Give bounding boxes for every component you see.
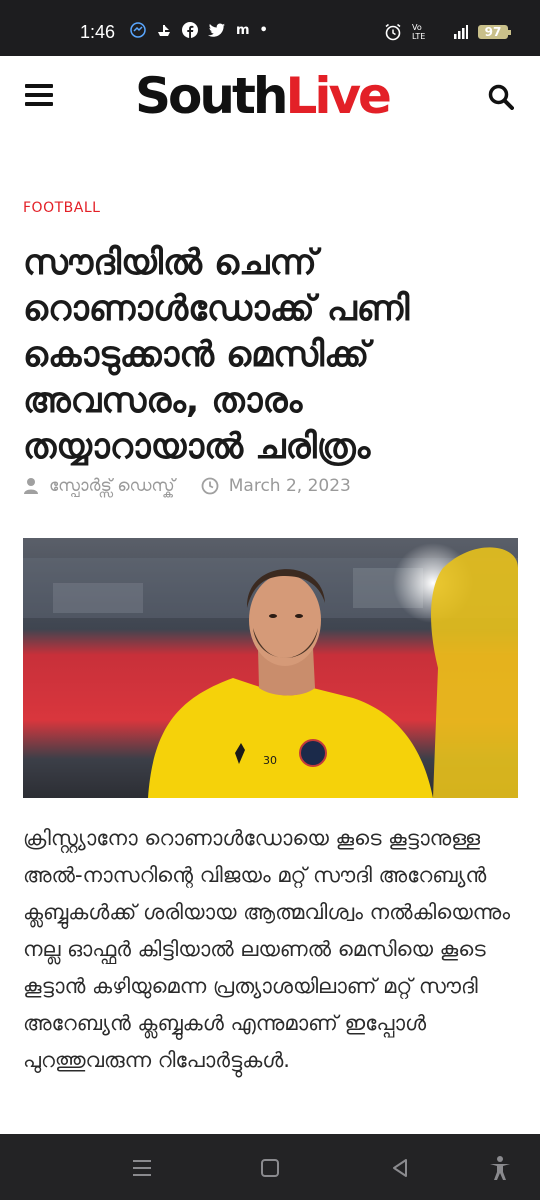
boat-icon [158,25,170,36]
status-time: 1:46 [80,22,116,42]
site-header: SouthLive [0,56,540,136]
facebook-icon [182,22,198,38]
battery-icon: 97 [478,25,511,39]
jersey-number: 30 [263,754,277,767]
category-link[interactable]: FOOTBALL [23,200,100,216]
site-logo[interactable]: SouthLive [135,67,392,125]
notification-icons: m • [130,22,268,38]
recent-apps-icon[interactable] [128,1154,156,1182]
back-icon[interactable] [386,1154,414,1182]
logo-live: Live [285,67,392,125]
signal-icon [454,25,468,39]
dot-icon: • [259,22,268,38]
menu-icon[interactable] [25,84,53,108]
status-right: Vo LTE 97 [384,23,511,41]
article-meta: സ്പോർട്സ് ഡെസ്ക് March 2, 2023 [23,476,351,496]
twitter-icon [208,23,225,37]
clock-icon [201,477,219,495]
android-navigation-bar [0,1134,540,1200]
article-headline: സൗദിയിൽ ചെന്ന് റൊണാൾഡോക്ക് പണി കൊടുക്കാൻ… [23,243,410,467]
home-icon[interactable] [256,1154,284,1182]
alarm-icon [385,23,401,41]
accessibility-icon[interactable] [486,1154,514,1182]
status-bar: 1:46 m • Vo LTE 97 [0,0,540,56]
article-author[interactable]: സ്പോർട്സ് ഡെസ്ക് [49,476,175,496]
m-app-icon: m [236,22,250,38]
messenger-icon [130,22,146,38]
article-date: March 2, 2023 [228,476,351,496]
logo-south: South [135,67,288,125]
user-icon [24,478,38,494]
article-body: ക്രിസ്റ്റ്യാനോ റൊണാൾഡോയെ കൂടെ കൂട്ടാനുള്… [23,826,511,1072]
volte-label: Vo LTE [412,23,426,41]
article-hero-image: 30 [23,538,518,798]
search-icon[interactable] [488,84,514,110]
